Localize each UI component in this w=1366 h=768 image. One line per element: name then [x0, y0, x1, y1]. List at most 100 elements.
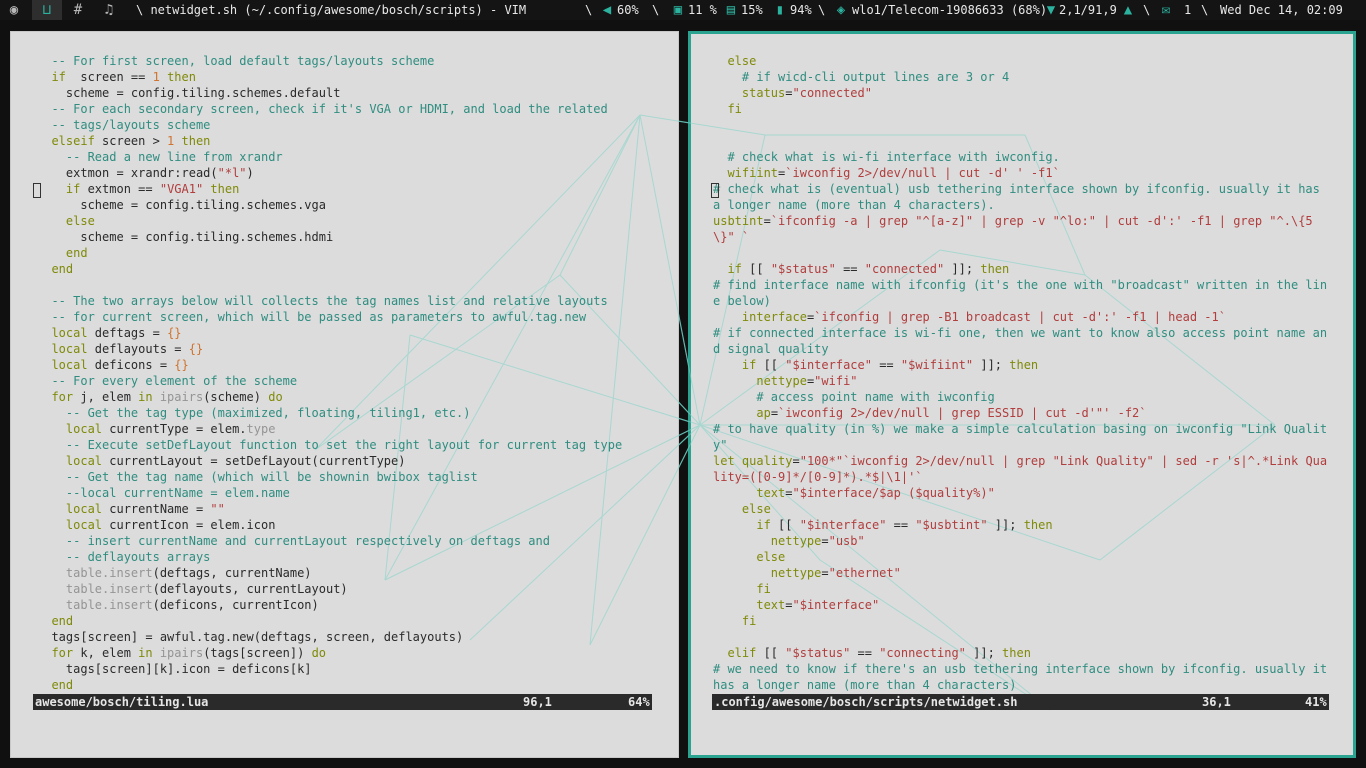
tag-hash-icon[interactable]: # — [70, 2, 86, 18]
code-token: "*l" — [217, 166, 247, 180]
code-token: == — [886, 518, 916, 532]
code-token: currentIcon = elem.icon — [102, 518, 276, 532]
code-line: # if wicd-cli output lines are 3 or 4 — [713, 69, 1331, 85]
code-line: for j, elem in ipairs(scheme) do — [37, 389, 657, 405]
code-token: fi — [741, 614, 757, 628]
code-token: -- tags/layouts scheme — [37, 118, 211, 132]
code-line: tags[screen] = awful.tag.new(deftags, sc… — [37, 629, 657, 645]
vim-statusline-left: awesome/bosch/tiling.lua 96,1 64% — [33, 694, 652, 710]
code-token: = — [792, 454, 800, 468]
code-token: ap — [756, 406, 771, 420]
status-filename: .config/awesome/bosch/scripts/netwidget.… — [714, 695, 1018, 709]
status-percent: 64% — [628, 695, 650, 709]
code-token: -- Read a new line from xrandr — [37, 150, 283, 164]
code-line: local currentType = elem.type — [37, 421, 657, 437]
code-token: screen == — [65, 70, 153, 84]
bar-separator: \ — [1143, 3, 1151, 17]
code-token: screen > — [94, 134, 168, 148]
code-token: "$status" — [770, 262, 836, 276]
code-line: if [[ "$interface" == "$usbtint" ]]; the… — [713, 517, 1331, 533]
code-line: scheme = config.tiling.schemes.default — [37, 85, 657, 101]
vim-statusline-right: .config/awesome/bosch/scripts/netwidget.… — [712, 694, 1329, 710]
code-token: local — [37, 326, 88, 340]
code-line: if extmon == "VGA1" then — [37, 181, 657, 197]
down-arrow-icon: ▼ — [1046, 2, 1056, 18]
code-token: ]]; — [944, 262, 981, 276]
code-token: {} — [167, 326, 182, 340]
cpu-icon: ▣ — [673, 2, 683, 18]
code-line: scheme = config.tiling.schemes.vga — [37, 197, 657, 213]
code-token: --local currentName = elem.name — [37, 486, 290, 500]
code-line: table.insert(deflayouts, currentLayout) — [37, 581, 657, 597]
code-token: -- For each secondary screen, check if i… — [37, 102, 608, 116]
code-token: extmon == — [80, 182, 160, 196]
code-token: = — [785, 486, 793, 500]
network-name: wlo1/Telecom-19086633 (68%) — [852, 3, 1048, 17]
code-token: local — [37, 518, 103, 532]
code-line: -- For first screen, load default tags/l… — [37, 53, 657, 69]
code-line: -- Get the tag name (which will be shown… — [37, 469, 657, 485]
code-line: -- Get the tag type (maximized, floating… — [37, 405, 657, 421]
code-token: in — [138, 646, 153, 660]
battery-icon: ▮ — [775, 2, 785, 18]
code-token: -- deflayouts arrays — [37, 550, 211, 564]
code-line: local deficons = {} — [37, 357, 657, 373]
status-position: 96,1 — [523, 695, 552, 709]
mail-icon[interactable]: ✉ — [1158, 2, 1174, 18]
code-line: else — [713, 501, 1331, 517]
tag-music-icon[interactable]: ♫ — [101, 2, 117, 18]
code-line: # if connected interface is wi-fi one, t… — [713, 325, 1329, 357]
code-token: for — [37, 390, 74, 404]
awesome-icon[interactable]: ◉ — [6, 2, 22, 18]
up-arrow-icon: ▲ — [1123, 2, 1133, 18]
code-token: [[ — [756, 358, 786, 372]
code-token: tags[screen][k].icon = deficons[k] — [37, 662, 312, 676]
code-editor-right[interactable]: else # if wicd-cli output lines are 3 or… — [713, 53, 1331, 693]
code-token: nettype — [756, 374, 807, 388]
code-token: in — [138, 390, 153, 404]
code-token: = — [785, 598, 793, 612]
code-editor-left[interactable]: -- For first screen, load default tags/l… — [37, 53, 657, 693]
code-token: # to have quality (in %) we make a simpl… — [713, 422, 1328, 452]
code-token: interface — [741, 310, 807, 324]
code-token: "$status" — [785, 646, 851, 660]
code-token: "$usbtint" — [915, 518, 988, 532]
code-token: scheme = config.tiling.schemes.default — [37, 86, 341, 100]
code-token: local — [37, 358, 88, 372]
code-token: nettype — [770, 534, 822, 548]
code-token: (scheme) — [203, 390, 269, 404]
volume-icon[interactable]: ◀ — [599, 2, 615, 18]
code-token: then — [1023, 518, 1053, 532]
code-token: fi — [756, 582, 771, 596]
text-cursor — [711, 183, 719, 198]
code-line: # check what is (eventual) usb tethering… — [713, 181, 1329, 213]
code-token: then — [203, 182, 240, 196]
tag-dev-icon[interactable]: ⊔ — [32, 0, 62, 20]
code-token: "usb" — [828, 534, 865, 548]
volume-value: 60% — [617, 3, 639, 17]
code-token: elif — [727, 646, 757, 660]
code-token: wifiint — [727, 166, 779, 180]
clock: Wed Dec 14, 02:09 — [1220, 3, 1343, 17]
code-token: = — [770, 406, 779, 420]
code-line: local deftags = {} — [37, 325, 657, 341]
code-token: then — [1009, 358, 1039, 372]
code-token: "$interface/$ap ($quality%)" — [792, 486, 995, 500]
code-token: else — [741, 502, 771, 516]
code-token: [[ — [741, 262, 771, 276]
code-token: -- insert currentName and currentLayout … — [37, 534, 550, 548]
code-line: # check what is wi-fi interface with iwc… — [713, 149, 1331, 165]
code-token: "$interface" — [799, 518, 887, 532]
code-line: end — [37, 613, 657, 629]
code-line: # find interface name with ifconfig (it'… — [713, 277, 1329, 309]
